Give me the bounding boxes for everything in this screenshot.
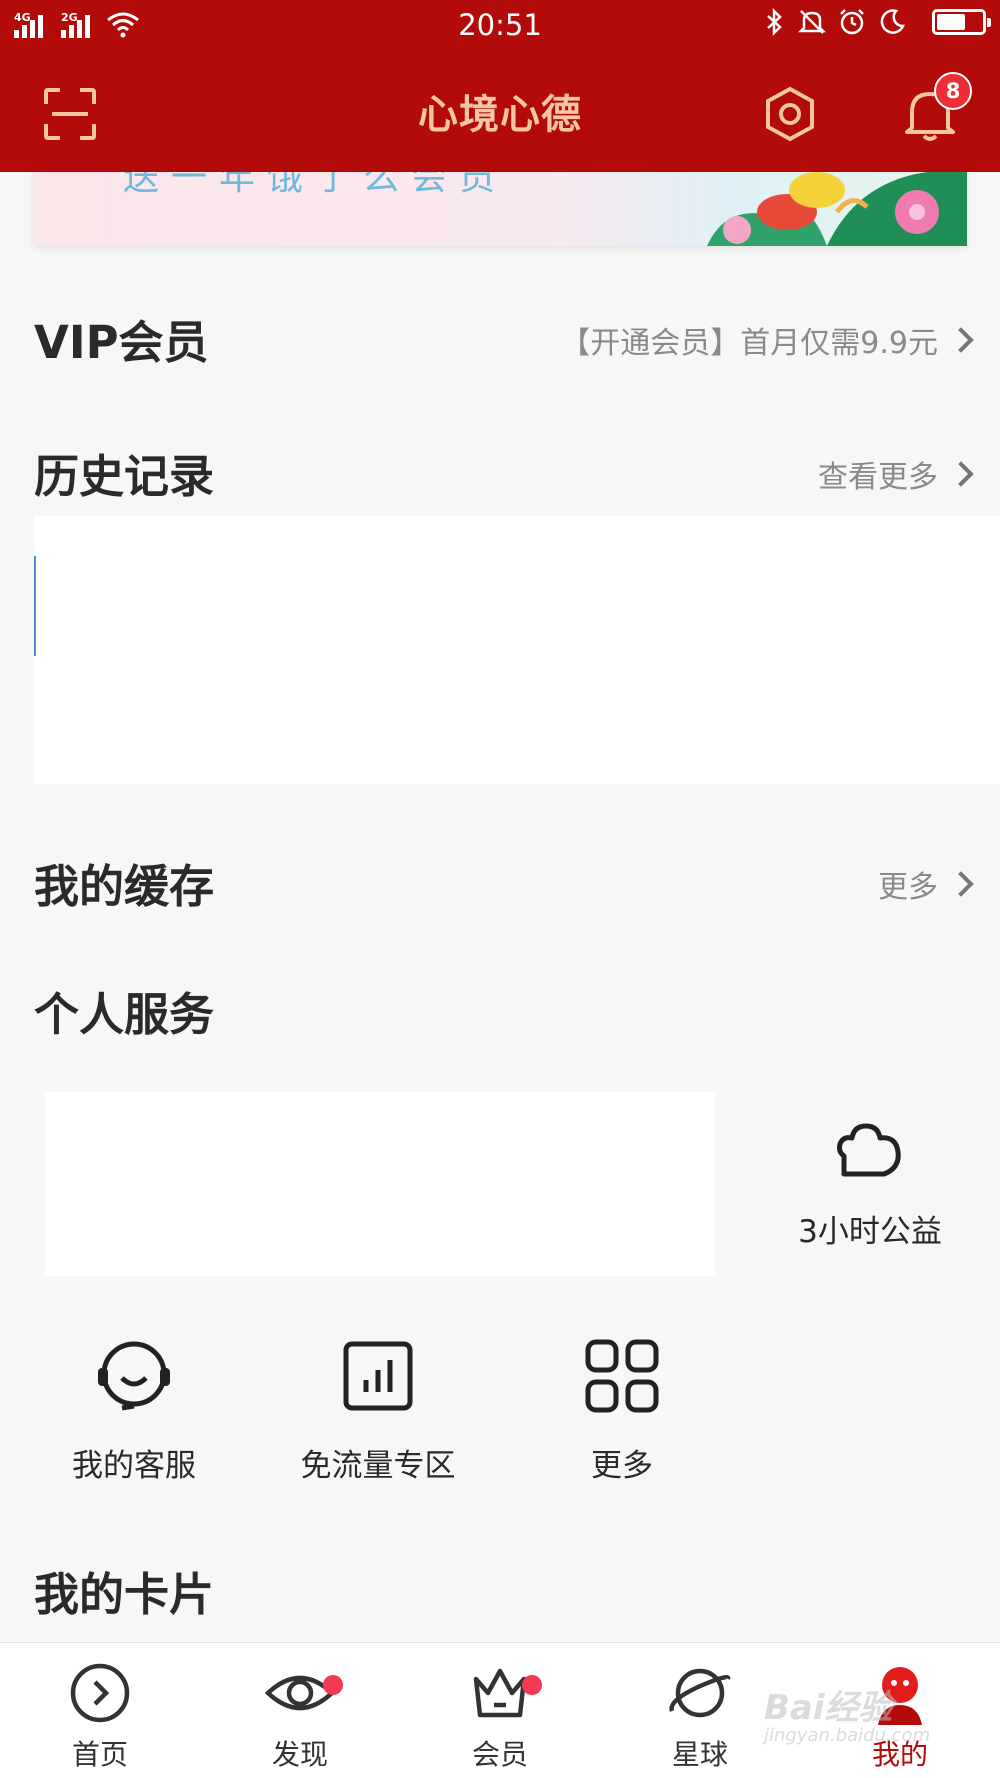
cache-more-link[interactable]: 更多 <box>878 862 974 906</box>
page-title: 心境心德 <box>418 92 582 138</box>
history-item-edge <box>34 556 36 656</box>
service-item-charity[interactable]: 3小时公益 <box>770 1108 970 1251</box>
planet-icon <box>669 1668 731 1718</box>
notification-badge: 8 <box>934 72 972 110</box>
cards-title: 我的卡片 <box>34 1568 215 1621</box>
baidu-watermark: Bai经验 jingyan.baidu.com <box>764 1680 930 1746</box>
bluetooth-icon <box>767 8 782 36</box>
vip-promo-text: 【开通会员】首月仅需9.9元 <box>560 326 938 361</box>
nav-label: 会员 <box>471 1738 528 1771</box>
service-item-support[interactable]: 我的客服 <box>34 1334 234 1485</box>
service-label: 我的客服 <box>72 1448 196 1484</box>
nav-label: 发现 <box>271 1738 328 1771</box>
banner-flowers-art <box>707 172 967 246</box>
battery-icon <box>932 9 991 35</box>
nav-vip[interactable]: 会员 <box>400 1661 600 1773</box>
vip-title: VIP会员 <box>34 316 209 369</box>
watermark-text: Bai经验 <box>764 1688 893 1728</box>
history-more-text: 查看更多 <box>818 460 938 495</box>
history-title: 历史记录 <box>34 450 215 503</box>
history-more-link[interactable]: 查看更多 <box>818 452 974 496</box>
nav-discover[interactable]: 发现 <box>200 1661 400 1773</box>
status-icons <box>764 8 991 36</box>
crown-icon <box>473 1668 527 1718</box>
service-banner-card[interactable] <box>45 1092 715 1276</box>
top-bar: 4G 2G 20:51 心境心德 8 <box>0 0 1000 172</box>
nav-dot-badge <box>323 1675 343 1695</box>
headset-icon <box>98 1341 170 1411</box>
play-circle-icon <box>70 1663 130 1723</box>
status-bar: 4G 2G 20:51 <box>0 0 1000 52</box>
chevron-right-icon <box>948 871 974 897</box>
nav-home[interactable]: 首页 <box>0 1661 200 1773</box>
service-item-more[interactable]: 更多 <box>522 1334 722 1485</box>
services-title: 个人服务 <box>34 988 215 1041</box>
mute-bell-icon <box>798 10 826 34</box>
watermark-subtext: jingyan.baidu.com <box>764 1725 931 1746</box>
banner-text: 送一年饿了么会员 <box>123 172 508 198</box>
service-label: 3小时公益 <box>798 1214 942 1250</box>
cloud-heart-icon <box>837 1123 901 1177</box>
service-label: 免流量专区 <box>300 1448 456 1484</box>
settings-icon[interactable] <box>760 84 820 144</box>
cache-more-text: 更多 <box>878 870 938 905</box>
chevron-right-icon <box>948 327 974 353</box>
history-list[interactable] <box>34 516 1000 784</box>
moon-icon <box>880 9 905 34</box>
grid-icon <box>585 1339 659 1413</box>
nav-dot-badge <box>522 1675 542 1695</box>
promo-banner[interactable]: 送一年饿了么会员 <box>33 172 967 246</box>
nav-label: 首页 <box>71 1738 128 1771</box>
alarm-icon <box>840 9 864 35</box>
bar-chart-icon <box>343 1341 413 1411</box>
cache-title: 我的缓存 <box>34 860 215 913</box>
eye-icon <box>264 1675 336 1711</box>
service-item-free-data[interactable]: 免流量专区 <box>278 1334 478 1485</box>
service-label: 更多 <box>591 1448 653 1484</box>
vip-promo-link[interactable]: 【开通会员】首月仅需9.9元 <box>560 318 974 362</box>
chevron-right-icon <box>948 461 974 487</box>
